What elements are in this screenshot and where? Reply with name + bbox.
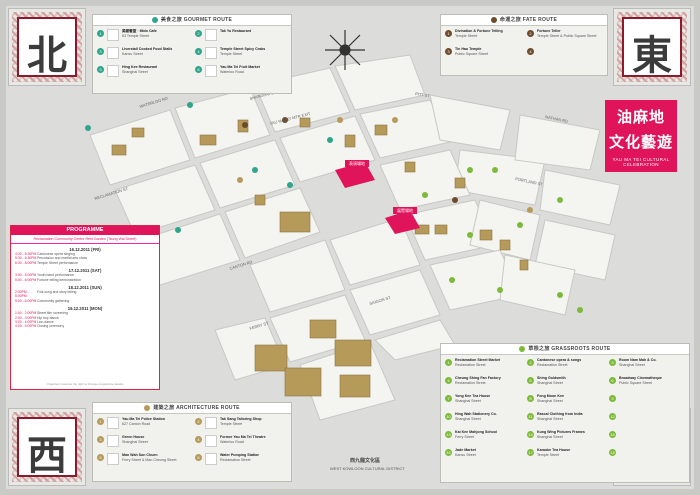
page-frame <box>0 0 700 495</box>
